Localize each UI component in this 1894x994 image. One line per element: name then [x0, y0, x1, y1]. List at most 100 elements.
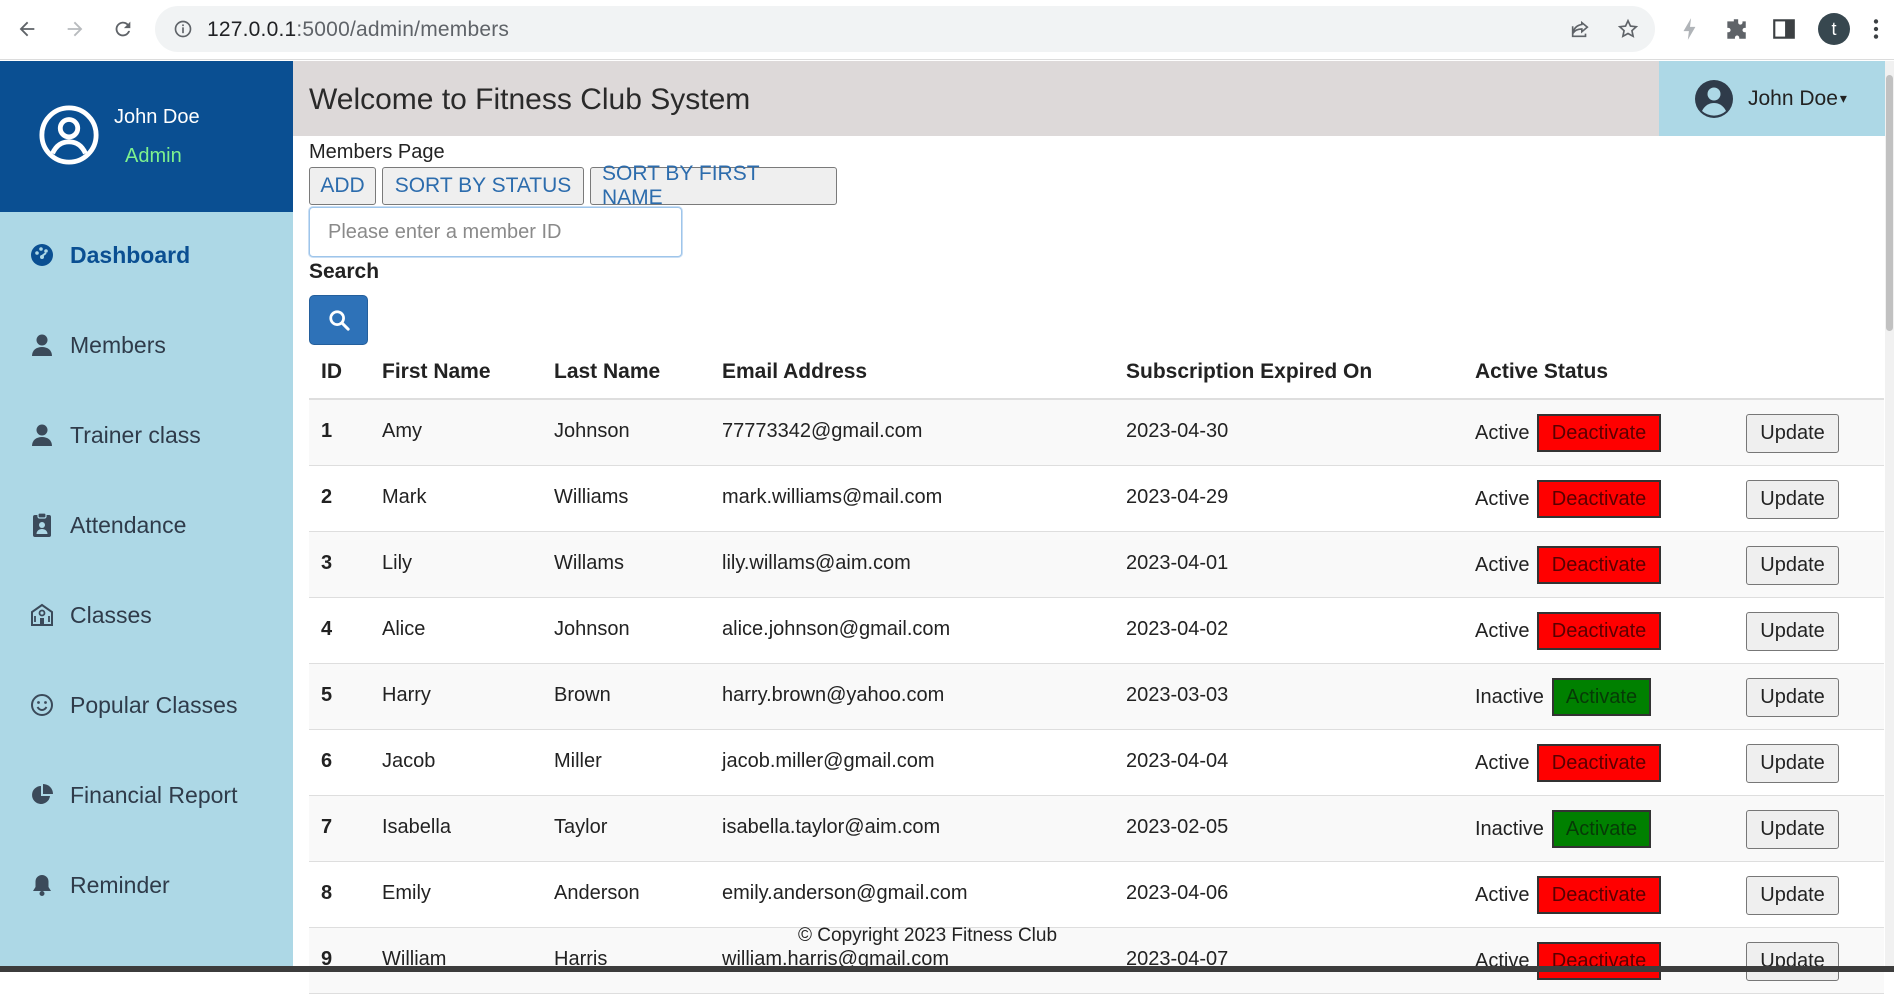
update-button[interactable]: Update [1746, 480, 1839, 519]
sort-by-first-name-button[interactable]: SORT BY FIRST NAME [590, 162, 837, 209]
user-icon [30, 423, 54, 447]
cell-email: isabella.taylor@aim.com [722, 816, 941, 838]
info-icon[interactable] [173, 19, 193, 39]
scrollbar-thumb[interactable] [1886, 75, 1893, 331]
cell-last-name: Williams [554, 486, 629, 508]
user-menu-name: John Doe [1748, 86, 1838, 110]
sidebar-item-label: Dashboard [70, 241, 191, 268]
sidebar-item-dashboard[interactable]: Dashboard [0, 225, 293, 285]
user-dropdown[interactable]: John Doe ▾ [1659, 61, 1885, 136]
back-button[interactable] [12, 14, 42, 44]
column-header-id: ID [321, 360, 342, 383]
table-row: 9 William Harris william.harris@gmail.co… [309, 928, 1884, 994]
sidebar-item-financial-report[interactable]: Financial Report [0, 765, 293, 825]
extensions-puzzle-icon[interactable] [1723, 16, 1749, 42]
cell-first-name: Lily [382, 552, 413, 574]
update-button[interactable]: Update [1746, 810, 1839, 849]
sidebar-item-label: Members [70, 331, 166, 358]
sidebar-item-trainer-class[interactable]: Trainer class [0, 405, 293, 465]
sidebar-item-attendance[interactable]: Attendance [0, 495, 293, 555]
cell-id: 5 [321, 684, 333, 706]
cell-email: 77773342@gmail.com [722, 420, 923, 442]
column-header-active-status: Active Status [1475, 360, 1609, 383]
deactivate-button[interactable]: Deactivate [1537, 546, 1661, 584]
deactivate-button[interactable]: Deactivate [1537, 480, 1661, 518]
profile-avatar[interactable]: t [1818, 13, 1850, 45]
star-icon[interactable] [1617, 18, 1639, 40]
kebab-menu-icon[interactable] [1868, 16, 1884, 42]
cell-status: Inactive [1475, 686, 1544, 708]
update-button[interactable]: Update [1746, 612, 1839, 651]
user-circle-icon [1695, 79, 1733, 118]
search-button[interactable] [309, 295, 368, 345]
clipboard-user-icon [30, 513, 54, 537]
url-text[interactable]: 127.0.0.1:5000/admin/members [207, 18, 509, 42]
url-host: 127.0.0.1 [207, 18, 297, 41]
sort-by-status-button[interactable]: SORT BY STATUS [382, 167, 584, 205]
bell-icon [30, 873, 54, 897]
user-icon [30, 333, 54, 357]
cell-first-name: Isabella [382, 816, 451, 838]
cell-last-name: Willams [554, 552, 624, 574]
cell-expires: 2023-04-06 [1126, 882, 1229, 904]
cell-email: alice.johnson@gmail.com [722, 618, 951, 640]
deactivate-button[interactable]: Deactivate [1537, 414, 1661, 452]
cell-first-name: Emily [382, 882, 431, 904]
deactivate-button[interactable]: Deactivate [1537, 876, 1661, 914]
search-label: Search [309, 260, 380, 283]
side-panel-icon[interactable] [1771, 16, 1797, 42]
cell-first-name: Harry [382, 684, 431, 706]
footer-copyright: © Copyright 2023 Fitness Club [798, 925, 1058, 946]
sidebar-item-reminder[interactable]: Reminder [0, 855, 293, 915]
deactivate-button[interactable]: Deactivate [1537, 612, 1661, 650]
add-button[interactable]: ADD [309, 167, 376, 205]
cell-first-name: Alice [382, 618, 426, 640]
cell-last-name: Johnson [554, 618, 630, 640]
reload-icon [115, 21, 131, 37]
lightning-icon[interactable] [1677, 16, 1703, 42]
address-bar[interactable]: 127.0.0.1:5000/admin/members [155, 6, 1655, 52]
deactivate-button[interactable]: Deactivate [1537, 744, 1661, 782]
back-arrow-icon [19, 21, 35, 37]
update-button[interactable]: Update [1746, 414, 1839, 453]
sidebar-role: Admin [125, 145, 182, 167]
cell-last-name: Anderson [554, 882, 640, 904]
smile-icon [30, 693, 54, 717]
palette-icon [30, 243, 54, 267]
page-label: Members Page [309, 141, 445, 163]
activate-button[interactable]: Activate [1552, 810, 1651, 848]
cell-expires: 2023-04-30 [1126, 420, 1229, 442]
cell-expires: 2023-04-29 [1126, 486, 1229, 508]
sidebar: John Doe Admin Dashboard Members Trainer… [0, 61, 293, 972]
cell-status: Inactive [1475, 818, 1544, 840]
search-icon [328, 310, 350, 331]
column-header-email: Email Address [722, 360, 868, 383]
activate-button[interactable]: Activate [1552, 678, 1651, 716]
update-button[interactable]: Update [1746, 678, 1839, 717]
table-row: 5 Harry Brown harry.brown@yahoo.com 2023… [309, 664, 1884, 730]
member-id-input[interactable] [309, 207, 682, 257]
update-button[interactable]: Update [1746, 744, 1839, 783]
update-button[interactable]: Update [1746, 546, 1839, 585]
cell-first-name: Jacob [382, 750, 436, 772]
cell-email: jacob.miller@gmail.com [722, 750, 935, 772]
pie-chart-icon [30, 783, 54, 807]
cell-last-name: Miller [554, 750, 602, 772]
reload-button[interactable] [108, 14, 138, 44]
table-row: 8 Emily Anderson emily.anderson@gmail.co… [309, 862, 1884, 928]
sidebar-item-classes[interactable]: Classes [0, 585, 293, 645]
forward-button[interactable] [60, 14, 90, 44]
column-header-first-name: First Name [382, 360, 491, 383]
sidebar-item-popular-classes[interactable]: Popular Classes [0, 675, 293, 735]
update-button[interactable]: Update [1746, 876, 1839, 915]
table-row: 4 Alice Johnson alice.johnson@gmail.com … [309, 598, 1884, 664]
cell-id: 3 [321, 552, 333, 574]
share-icon[interactable] [1569, 18, 1591, 40]
table-row: 3 Lily Willams lily.willams@aim.com 2023… [309, 532, 1884, 598]
table-row: 7 Isabella Taylor isabella.taylor@aim.co… [309, 796, 1884, 862]
sidebar-item-members[interactable]: Members [0, 315, 293, 375]
cell-expires: 2023-04-04 [1126, 750, 1229, 772]
cell-status: Active [1475, 884, 1530, 906]
update-button[interactable]: Update [1746, 942, 1839, 981]
deactivate-button[interactable]: Deactivate [1537, 942, 1661, 980]
